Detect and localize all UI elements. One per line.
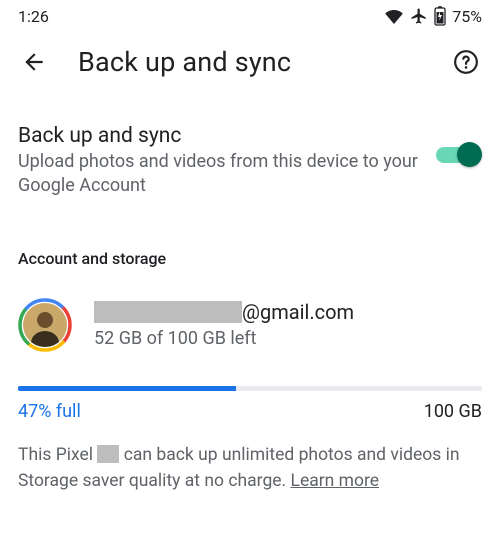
- backup-sync-title: Back up and sync: [18, 124, 420, 148]
- wifi-icon: [384, 8, 404, 24]
- backup-sync-description: Upload photos and videos from this devic…: [18, 150, 420, 199]
- avatar: [18, 298, 72, 352]
- redacted-model: [97, 445, 119, 463]
- toggle-thumb: [457, 142, 482, 167]
- airplane-icon: [410, 7, 428, 25]
- account-email: @gmail.com: [94, 300, 482, 324]
- storage-progress-labels: 47% full 100 GB: [18, 401, 482, 422]
- account-text: @gmail.com 52 GB of 100 GB left: [94, 300, 482, 349]
- backup-sync-toggle[interactable]: [436, 140, 482, 168]
- account-row[interactable]: @gmail.com 52 GB of 100 GB left: [18, 298, 482, 352]
- status-bar: 1:26 75%: [0, 0, 500, 28]
- battery-label: 75%: [452, 7, 482, 26]
- storage-capacity-label: 100 GB: [424, 401, 482, 422]
- status-icons: 75%: [384, 6, 482, 26]
- backup-sync-setting[interactable]: Back up and sync Upload photos and video…: [18, 124, 482, 199]
- footnote-prefix: This Pixel: [18, 445, 97, 465]
- battery-icon: [434, 6, 446, 26]
- status-time: 1:26: [18, 7, 49, 26]
- account-storage-subheader: Account and storage: [18, 249, 482, 268]
- arrow-left-icon: [21, 49, 47, 75]
- help-button[interactable]: [450, 46, 482, 78]
- help-icon: [453, 49, 479, 75]
- storage-percent-label: 47% full: [18, 401, 81, 422]
- storage-left-label: 52 GB of 100 GB left: [94, 328, 482, 349]
- pixel-backup-footnote: This Pixel can back up unlimited photos …: [18, 442, 482, 495]
- storage-progress-bar: [18, 386, 482, 391]
- learn-more-link[interactable]: Learn more: [291, 471, 380, 491]
- redacted-username: [94, 301, 242, 323]
- app-bar: Back up and sync: [0, 28, 500, 86]
- avatar-image: [23, 303, 67, 347]
- back-button[interactable]: [18, 46, 50, 78]
- storage-progress-fill: [18, 386, 236, 391]
- page-title: Back up and sync: [78, 46, 450, 78]
- email-suffix: @gmail.com: [242, 300, 354, 324]
- storage-progress: 47% full 100 GB: [18, 386, 482, 422]
- backup-sync-text: Back up and sync Upload photos and video…: [18, 124, 436, 199]
